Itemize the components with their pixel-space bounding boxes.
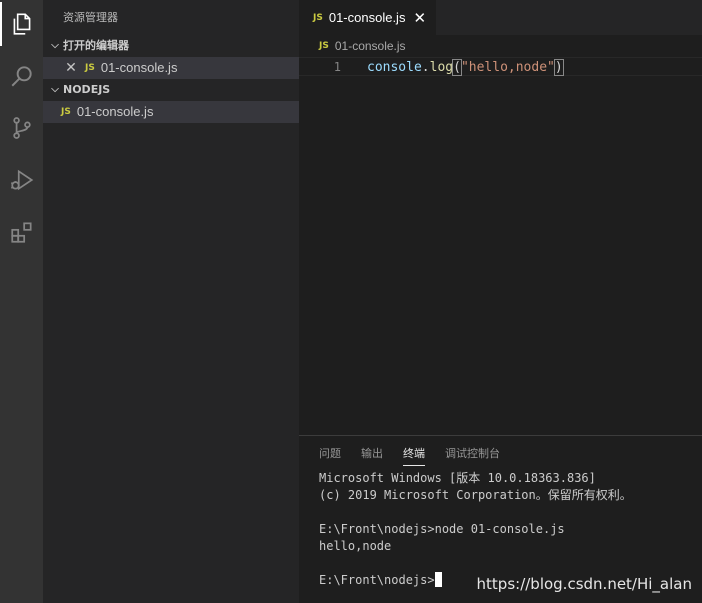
terminal-line: (c) 2019 Microsoft Corporation。保留所有权利。: [319, 488, 632, 502]
file-tree-label: 01-console.js: [76, 104, 154, 119]
terminal-line: E:\Front\nodejs>node 01-console.js: [319, 522, 565, 536]
open-editors-label: 打开的编辑器: [63, 39, 129, 52]
run-debug-icon[interactable]: [0, 158, 43, 202]
watermark: https://blog.csdn.net/Hi_alan: [476, 575, 692, 593]
editor-tabs-bar: JS 01-console.js ✕: [299, 0, 702, 35]
code-line[interactable]: 1 console.log("hello,node"): [299, 57, 702, 76]
search-icon[interactable]: [0, 54, 43, 98]
editor-area: JS 01-console.js ✕ JS 01-console.js 1 co…: [299, 0, 702, 435]
extensions-icon[interactable]: [0, 210, 43, 254]
folder-label: NODEJS: [63, 83, 111, 96]
terminal-prompt: E:\Front\nodejs>: [319, 573, 435, 587]
folder-header-nodejs[interactable]: ⌵ NODEJS: [43, 79, 299, 101]
breadcrumb[interactable]: JS 01-console.js: [299, 35, 702, 57]
token-dot: .: [421, 60, 430, 75]
tab-debug-console[interactable]: 调试控制台: [445, 436, 500, 470]
token-function: log: [429, 60, 454, 75]
token-close-paren: ): [553, 59, 564, 76]
token-string: "hello,node": [460, 60, 555, 75]
token-object: console: [367, 60, 422, 75]
panel-tabs: 问题 输出 终端 调试控制台: [299, 436, 702, 470]
terminal[interactable]: Microsoft Windows [版本 10.0.18363.836] (c…: [299, 470, 702, 589]
chevron-down-icon: ⌵: [51, 84, 59, 95]
js-file-icon: JS: [85, 63, 95, 73]
tab-output[interactable]: 输出: [361, 436, 383, 470]
line-number: 1: [333, 60, 341, 74]
open-editor-item[interactable]: ✕ JS 01-console.js: [43, 57, 299, 79]
js-file-icon: JS: [61, 107, 71, 117]
activity-bar: [0, 0, 43, 603]
bottom-panel: 问题 输出 终端 调试控制台 Microsoft Windows [版本 10.…: [299, 435, 702, 603]
explorer-sidebar: 资源管理器 ⌵ 打开的编辑器 ✕ JS 01-console.js ⌵ NODE…: [43, 0, 299, 603]
js-file-icon: JS: [313, 12, 323, 23]
source-control-icon[interactable]: [0, 106, 43, 150]
open-editor-label: 01-console.js: [100, 60, 178, 75]
sidebar-title: 资源管理器: [63, 11, 118, 24]
breadcrumb-label: 01-console.js: [334, 39, 406, 53]
tab-label: 01-console.js: [328, 10, 406, 25]
tab-close-icon[interactable]: ✕: [413, 9, 426, 27]
tab-terminal[interactable]: 终端: [403, 436, 425, 470]
token-open-paren: (: [452, 59, 462, 76]
explorer-icon[interactable]: [0, 2, 43, 46]
tab-problems[interactable]: 问题: [319, 436, 341, 470]
editor-tab[interactable]: JS 01-console.js ✕: [299, 0, 437, 35]
file-tree-item[interactable]: JS 01-console.js: [43, 101, 299, 123]
code-text[interactable]: console.log("hello,node"): [367, 58, 564, 76]
chevron-down-icon: ⌵: [51, 40, 59, 51]
open-editors-header[interactable]: ⌵ 打开的编辑器: [43, 35, 299, 57]
js-file-icon: JS: [319, 41, 329, 51]
close-icon[interactable]: ✕: [63, 57, 79, 79]
terminal-line: hello,node: [319, 539, 392, 553]
terminal-cursor: [434, 572, 442, 587]
terminal-line: Microsoft Windows [版本 10.0.18363.836]: [319, 471, 596, 485]
